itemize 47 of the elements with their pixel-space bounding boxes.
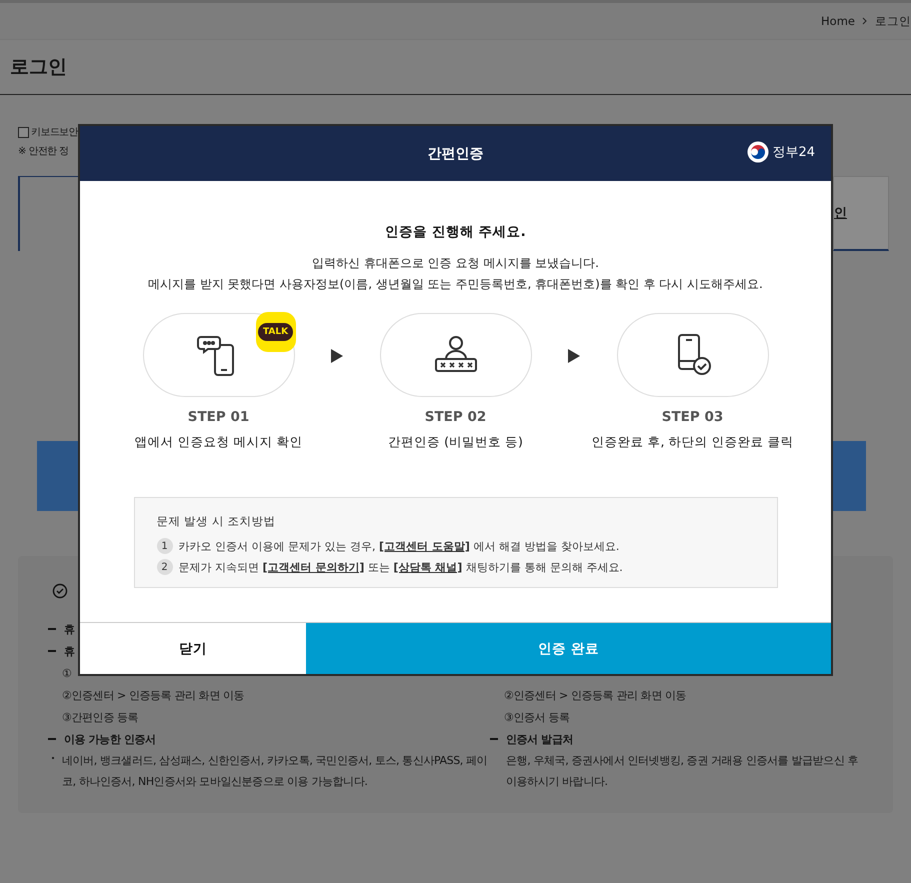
page-title: 로그인 bbox=[10, 55, 67, 80]
info-text: ③간편인증 등록 bbox=[62, 710, 138, 724]
info-heading: 인증서 발급처 bbox=[506, 732, 574, 746]
talk-badge: TALK bbox=[256, 312, 296, 352]
dialog-title: 간편인증 bbox=[428, 144, 484, 162]
dash-icon bbox=[490, 738, 498, 740]
check-circle-icon bbox=[52, 583, 68, 599]
step-caption: 인증완료 후, 하단의 인증완료 클릭 bbox=[592, 434, 794, 451]
step-caption: 간편인증 (비밀번호 등) bbox=[388, 434, 523, 451]
help-link[interactable]: [고객센터 문의하기] bbox=[262, 560, 364, 574]
info-text: 네이버, 뱅크샐러드, 삼성패스, 신한인증서, 카카오톡, 국민인증서, 토스, 통신사PASS, 페이코, 하나인증서, NH인증서와 모바일신분증으로 이용 가능합니다. bbox=[62, 753, 488, 790]
step-caption: 앱에서 인증요청 메시지 확인 bbox=[134, 434, 302, 451]
info-heading: 휴 bbox=[64, 622, 75, 636]
help-link[interactable]: [상담톡 채널] bbox=[393, 560, 462, 574]
step-label: STEP 01 bbox=[188, 409, 250, 425]
breadcrumb-link[interactable]: Home bbox=[821, 14, 855, 28]
info-heading: 휴 bbox=[64, 644, 75, 658]
step-label: STEP 03 bbox=[662, 409, 724, 425]
dialog-message: 메시지를 받지 못했다면 사용자정보(이름, 생년월일 또는 주민등록번호, 휴대폰번호)를 확인 후 다시 시도해주세요. bbox=[148, 276, 763, 293]
info-heading: 이용 가능한 인증서 bbox=[64, 732, 156, 746]
checkbox[interactable] bbox=[18, 126, 29, 138]
step-label: STEP 02 bbox=[424, 409, 486, 425]
play-arrow-icon bbox=[567, 349, 581, 363]
help-link[interactable]: [고객센터 도움말] bbox=[378, 540, 470, 552]
notice-text: ※ 안전한 정 bbox=[18, 145, 69, 158]
info-text: ③인증서 등록 bbox=[504, 710, 570, 724]
info-text: ②인증센터 > 인증등록 관리 화면 이동 bbox=[504, 688, 686, 702]
dialog-heading: 인증을 진행해 주세요. bbox=[385, 223, 526, 241]
play-arrow-icon bbox=[330, 349, 344, 363]
logo-text: 정부24 bbox=[772, 144, 815, 161]
number-badge: 2 bbox=[156, 559, 172, 575]
number-badge: 1 bbox=[156, 538, 172, 554]
chevron-icon bbox=[861, 17, 869, 25]
help-text: 문제가 지속되면 [고객센터 문의하기] 또는 [상담톡 채널] 채팅하기를 통해 문의해 주세요. bbox=[178, 560, 623, 574]
checkbox-label: 키보드보안 bbox=[31, 126, 78, 139]
help-title: 문제 발생 시 조치방법 bbox=[156, 514, 276, 529]
dialog-message: 입력하신 휴대폰으로 인증 요청 메시지를 보냈습니다. bbox=[312, 255, 599, 272]
taegeuk-logo-icon bbox=[747, 141, 770, 163]
info-text: ②인증센터 > 인증등록 관리 화면 이동 bbox=[62, 688, 244, 702]
dash-icon bbox=[48, 738, 56, 740]
breadcrumb-current: 로그인 bbox=[875, 14, 911, 28]
dash-icon bbox=[48, 650, 56, 652]
login-button[interactable]: 인 bbox=[833, 176, 889, 251]
dash-icon bbox=[48, 628, 56, 630]
help-text: 카카오 인증서 이용에 문제가 있는 경우, [고객센터 도움말] 에서 해결 방법을 찾아보세요. bbox=[178, 538, 620, 554]
info-text: ① bbox=[62, 666, 72, 680]
info-text: 은행, 우체국, 증권사에서 인터넷뱅킹, 증권 거래용 인증서를 발급받으신 후 이용하시기 바랍니다. bbox=[506, 754, 858, 788]
